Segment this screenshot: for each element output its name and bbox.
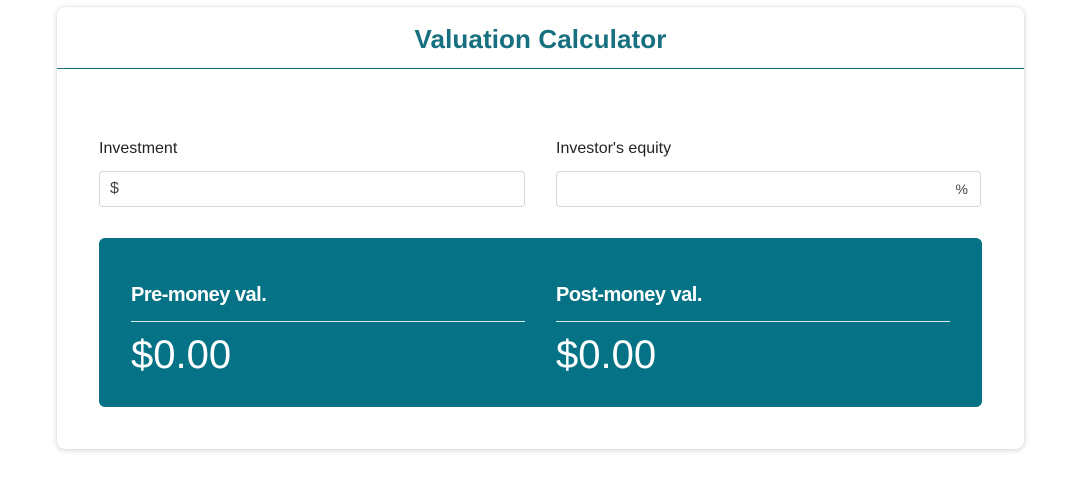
- equity-input-wrapper[interactable]: %: [556, 171, 981, 207]
- results-panel: Pre-money val. $0.00 Post-money val. $0.…: [99, 238, 982, 407]
- equity-label: Investor's equity: [556, 140, 672, 157]
- pre-money-value: $0.00: [131, 333, 232, 377]
- equity-input[interactable]: [557, 172, 952, 206]
- investment-label: Investment: [99, 140, 178, 157]
- post-money-result: Post-money val. $0.00: [556, 284, 950, 378]
- investment-field-group: Investment $: [99, 139, 525, 207]
- investment-input[interactable]: [122, 172, 524, 206]
- investment-input-wrapper[interactable]: $: [99, 171, 525, 207]
- dollar-prefix: $: [110, 180, 119, 197]
- pre-money-label: Pre-money val.: [131, 284, 525, 322]
- post-money-label: Post-money val.: [556, 284, 950, 322]
- card-header: Valuation Calculator: [57, 7, 1024, 69]
- pre-money-result: Pre-money val. $0.00: [131, 284, 525, 378]
- page-title: Valuation Calculator: [414, 24, 667, 54]
- calculator-card: Valuation Calculator Investment $ Invest…: [57, 7, 1024, 449]
- equity-field-group: Investor's equity %: [556, 139, 981, 207]
- percent-suffix: %: [955, 181, 968, 197]
- input-fields: Investment $ Investor's equity %: [99, 139, 981, 209]
- post-money-value: $0.00: [556, 333, 657, 377]
